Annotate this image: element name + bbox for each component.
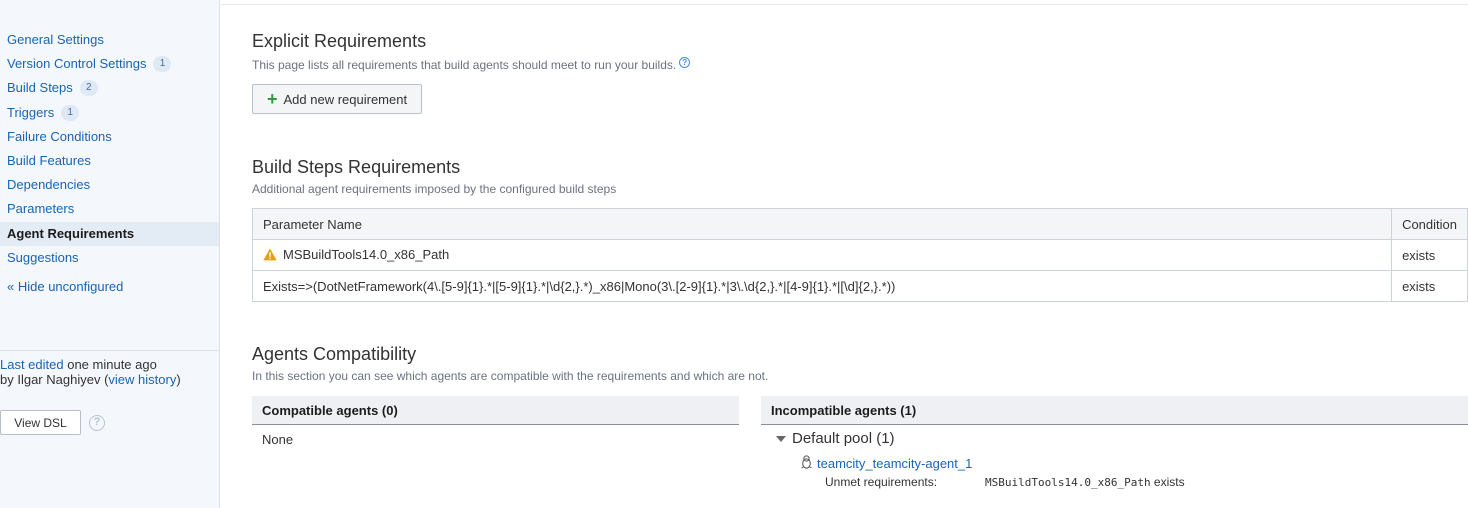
parameter-name: MSBuildTools14.0_x86_Path xyxy=(283,246,450,262)
compatible-agents-none: None xyxy=(262,432,294,447)
last-edited-time: one minute ago xyxy=(63,357,157,372)
compatible-agents-header: Compatible agents (0) xyxy=(252,396,739,425)
description-text: This page lists all requirements that bu… xyxy=(252,58,677,72)
unmet-condition: exists xyxy=(1150,475,1185,489)
table-row: Exists=>(DotNetFramework(4\.[5-9]{1}.*|[… xyxy=(251,270,1468,302)
edited-by: by Ilgar Naghiyev xyxy=(0,372,101,387)
sidebar-item-triggers[interactable]: Triggers 1 xyxy=(7,102,80,124)
default-pool-toggle[interactable]: Default pool (1) xyxy=(776,430,895,447)
sidebar-item-general-settings[interactable]: General Settings xyxy=(7,29,104,51)
agent-link[interactable]: teamcity_teamcity-agent_1 xyxy=(817,456,972,471)
parameter-cell: Exists=>(DotNetFramework(4\.[5-9]{1}.*|[… xyxy=(251,270,1393,302)
sidebar-item-build-features[interactable]: Build Features xyxy=(7,150,91,172)
explicit-requirements-description: This page lists all requirements that bu… xyxy=(252,57,691,72)
incompatible-agents-header: Incompatible agents (1) xyxy=(761,396,1468,425)
condition-cell: exists xyxy=(1391,239,1468,271)
pool-label: Default pool (1) xyxy=(792,430,895,447)
build-steps-requirements-description: Additional agent requirements imposed by… xyxy=(252,182,617,196)
unmet-requirements-label: Unmet requirements: xyxy=(825,475,938,489)
explicit-requirements-title: Explicit Requirements xyxy=(252,31,427,51)
sidebar-item-failure-conditions[interactable]: Failure Conditions xyxy=(7,126,112,148)
sidebar: General Settings Version Control Setting… xyxy=(0,0,220,508)
sidebar-item-build-steps[interactable]: Build Steps 2 xyxy=(7,77,98,99)
warning-icon xyxy=(263,248,277,264)
unmet-parameter: MSBuildTools14.0_x86_Path xyxy=(985,476,1151,489)
column-header-parameter-name: Parameter Name xyxy=(251,208,1393,240)
help-icon[interactable]: ? xyxy=(89,415,105,431)
parameter-name: Exists=>(DotNetFramework(4\.[5-9]{1}.*|[… xyxy=(263,278,896,294)
agent-entry: teamcity_teamcity-agent_1 xyxy=(800,455,972,472)
view-history-link[interactable]: view history xyxy=(108,372,176,387)
sidebar-item-suggestions[interactable]: Suggestions xyxy=(7,247,79,269)
sidebar-item-agent-requirements[interactable]: Agent Requirements xyxy=(0,222,219,246)
sidebar-item-label: Build Steps xyxy=(7,80,73,95)
table-row: MSBuildTools14.0_x86_Path exists xyxy=(251,239,1468,271)
button-label: Add new requirement xyxy=(283,91,408,107)
add-new-requirement-button[interactable]: + Add new requirement xyxy=(252,84,422,114)
sidebar-item-label: Parameters xyxy=(7,201,75,216)
sidebar-item-label: General Settings xyxy=(7,32,104,47)
paren-close: ) xyxy=(176,372,181,387)
sidebar-item-version-control-settings[interactable]: Version Control Settings 1 xyxy=(7,53,172,75)
sidebar-item-label: Version Control Settings xyxy=(7,56,147,71)
count-badge: 1 xyxy=(61,105,80,121)
count-badge: 1 xyxy=(153,56,172,72)
agents-compatibility-title: Agents Compatibility xyxy=(252,344,417,364)
help-icon[interactable]: ? xyxy=(679,57,691,68)
sidebar-item-label: Dependencies xyxy=(7,177,91,192)
sidebar-item-label: Failure Conditions xyxy=(7,129,112,144)
requirements-table: Parameter Name Condition MSBuildTools14.… xyxy=(251,208,1468,302)
table-header-row: Parameter Name Condition xyxy=(251,208,1468,240)
count-badge: 2 xyxy=(79,80,98,96)
agents-compatibility-description: In this section you can see which agents… xyxy=(252,369,769,383)
plus-icon: + xyxy=(267,89,278,109)
sidebar-item-label: Triggers xyxy=(7,105,55,120)
sidebar-item-parameters[interactable]: Parameters xyxy=(7,198,74,220)
sidebar-item-label: Build Features xyxy=(7,153,91,168)
condition-cell: exists xyxy=(1391,270,1468,302)
sidebar-item-dependencies[interactable]: Dependencies xyxy=(7,174,90,196)
sidebar-item-label: Agent Requirements xyxy=(7,226,135,241)
triangle-down-icon xyxy=(776,435,786,442)
header-divider xyxy=(221,4,1468,5)
build-steps-requirements-title: Build Steps Requirements xyxy=(252,157,461,177)
unmet-requirements-value: MSBuildTools14.0_x86_Path exists xyxy=(985,475,1185,489)
last-edited-info: Last edited one minute ago by Ilgar Nagh… xyxy=(0,357,218,387)
last-edited-link[interactable]: Last edited xyxy=(0,357,64,372)
sidebar-item-label: Suggestions xyxy=(7,250,79,265)
sidebar-divider xyxy=(0,350,219,351)
parameter-cell: MSBuildTools14.0_x86_Path xyxy=(251,239,1393,271)
column-header-condition: Condition xyxy=(1391,208,1468,240)
view-dsl-button[interactable]: View DSL xyxy=(0,410,81,435)
linux-penguin-icon xyxy=(800,455,813,472)
hide-unconfigured-link[interactable]: « Hide unconfigured xyxy=(7,279,123,294)
